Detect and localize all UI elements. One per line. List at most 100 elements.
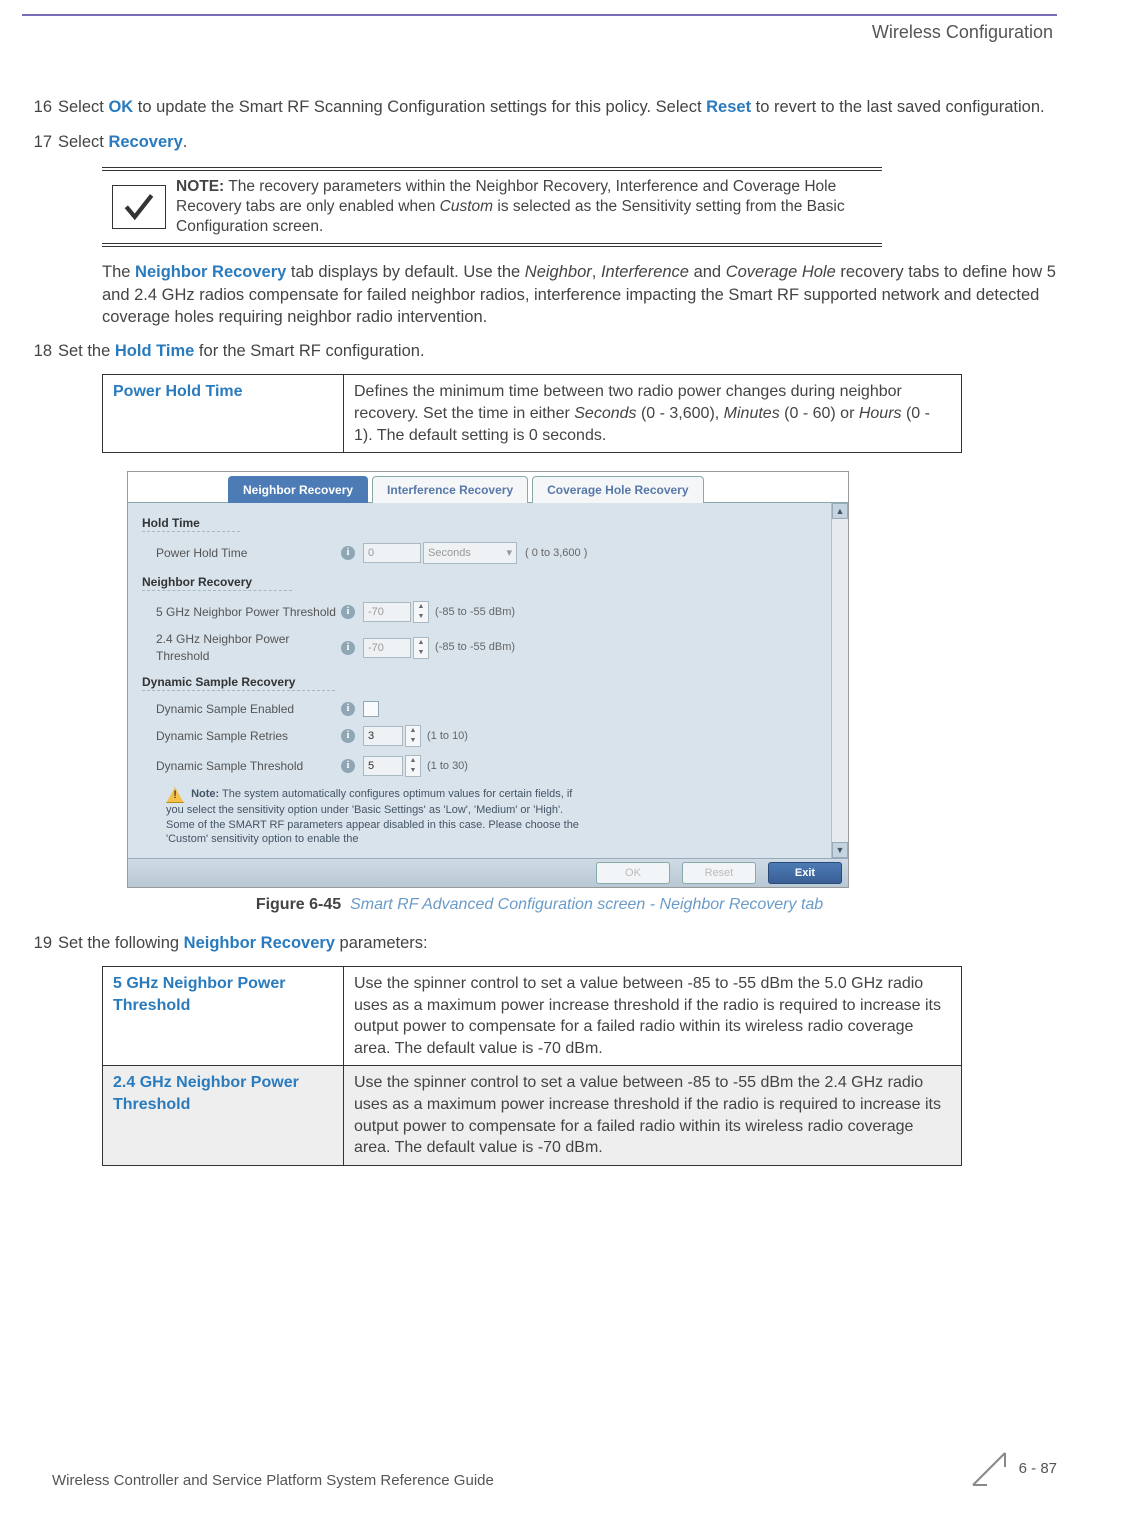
tab-interference-recovery[interactable]: Interference Recovery (372, 476, 528, 503)
page-top-rule (22, 14, 1057, 16)
tab-bar: Neighbor Recovery Interference Recovery … (128, 472, 848, 503)
text-italic: Hours (859, 405, 902, 422)
info-icon[interactable]: i (341, 702, 355, 716)
info-icon[interactable]: i (341, 546, 355, 560)
dynamic-retries-input[interactable]: 3 (363, 726, 403, 746)
inner-note-text: The system automatically configures opti… (166, 788, 579, 845)
info-icon[interactable]: i (341, 641, 355, 655)
page-footer: Wireless Controller and Service Platform… (52, 1447, 1057, 1491)
text-italic: Neighbor (525, 263, 592, 281)
step-number: 18 (22, 340, 58, 362)
field-label: 5 GHz Neighbor Power Threshold (156, 604, 341, 620)
note-text: NOTE: The recovery parameters within the… (176, 177, 882, 237)
text-italic: Custom (440, 198, 493, 215)
scrollbar[interactable]: ▲ ▼ (831, 503, 848, 858)
note-label: NOTE: (176, 178, 224, 195)
range-hint: ( 0 to 3,600 ) (525, 546, 587, 561)
reset-button[interactable]: Reset (682, 862, 756, 884)
step-18: 18 Set the Hold Time for the Smart RF co… (22, 340, 1057, 362)
field-label: 2.4 GHz Neighbor Power Threshold (156, 631, 341, 663)
param-label: 5 GHz Neighbor Power Threshold (103, 966, 344, 1065)
threshold-5ghz-input[interactable]: -70 (363, 602, 411, 622)
text: for the Smart RF configuration. (194, 342, 424, 360)
field-dynamic-threshold: Dynamic Sample Threshold i 5 ▲▼ (1 to 30… (156, 755, 836, 777)
text: to update the Smart RF Scanning Configur… (133, 98, 706, 116)
footer-guide-title: Wireless Controller and Service Platform… (52, 1471, 494, 1491)
warning-icon: ! (166, 787, 184, 803)
tab-neighbor-recovery[interactable]: Neighbor Recovery (228, 476, 368, 503)
group-hold-time: Hold Time (142, 515, 240, 532)
step-body: Set the Hold Time for the Smart RF confi… (58, 340, 1057, 362)
field-dynamic-retries: Dynamic Sample Retries i 3 ▲▼ (1 to 10) (156, 725, 836, 747)
recovery-ref: Recovery (108, 133, 182, 151)
text: (0 - 3,600), (637, 405, 724, 422)
param-desc: Use the spinner control to set a value b… (344, 966, 962, 1065)
step-body: Set the following Neighbor Recovery para… (58, 932, 1057, 954)
text-italic: Seconds (574, 405, 636, 422)
step-16: 16 Select OK to update the Smart RF Scan… (22, 96, 1057, 118)
step-body: Select OK to update the Smart RF Scannin… (58, 96, 1057, 118)
text: , (592, 263, 601, 281)
step-number: 19 (22, 932, 58, 954)
threshold-24ghz-input[interactable]: -70 (363, 638, 411, 658)
inner-note: ! Note: The system automatically configu… (166, 787, 586, 846)
dialog-footer: OK Reset Exit (128, 858, 848, 887)
power-hold-time-input[interactable]: 0 (363, 543, 421, 563)
inner-note-label: Note: (191, 788, 219, 800)
text-italic: Coverage Hole (726, 263, 836, 281)
tab-coverage-hole-recovery[interactable]: Coverage Hole Recovery (532, 476, 703, 503)
text: The (102, 263, 135, 281)
text: to revert to the last saved configuratio… (751, 98, 1045, 116)
ok-ref: OK (108, 98, 133, 116)
field-label: Dynamic Sample Retries (156, 728, 341, 744)
spinner-control[interactable]: ▲▼ (405, 755, 421, 777)
param-desc: Defines the minimum time between two rad… (344, 375, 962, 453)
text: tab displays by default. Use the (286, 263, 524, 281)
param-label: 2.4 GHz Neighbor Power Threshold (103, 1066, 344, 1165)
figure-label: Figure 6-45 (256, 896, 341, 913)
step-body: Select Recovery. (58, 131, 1057, 153)
hold-time-table: Power Hold Time Defines the minimum time… (102, 374, 962, 453)
step-number: 16 (22, 96, 58, 118)
note-callout: NOTE: The recovery parameters within the… (102, 167, 882, 247)
field-24ghz-threshold: 2.4 GHz Neighbor Power Threshold i -70 ▲… (156, 631, 836, 663)
ok-button[interactable]: OK (596, 862, 670, 884)
chapter-title: Wireless Configuration (22, 20, 1057, 44)
reset-ref: Reset (706, 98, 751, 116)
step-19: 19 Set the following Neighbor Recovery p… (22, 932, 1057, 954)
text-italic: Minutes (724, 405, 780, 422)
field-label: Power Hold Time (156, 545, 341, 561)
ui-screenshot: Neighbor Recovery Interference Recovery … (127, 471, 849, 888)
dynamic-threshold-input[interactable]: 5 (363, 756, 403, 776)
range-hint: (-85 to -55 dBm) (435, 605, 515, 620)
scroll-down-icon[interactable]: ▼ (832, 842, 848, 858)
field-label: Dynamic Sample Threshold (156, 758, 341, 774)
range-hint: (-85 to -55 dBm) (435, 640, 515, 655)
param-desc: Use the spinner control to set a value b… (344, 1066, 962, 1165)
group-neighbor-recovery: Neighbor Recovery (142, 574, 292, 591)
neighbor-recovery-table: 5 GHz Neighbor Power Threshold Use the s… (102, 966, 962, 1166)
neighbor-recovery-ref: Neighbor Recovery (135, 263, 286, 281)
page-corner-icon (967, 1447, 1011, 1491)
field-label: Dynamic Sample Enabled (156, 701, 341, 717)
text: Set the (58, 342, 115, 360)
hold-time-ref: Hold Time (115, 342, 194, 360)
info-icon[interactable]: i (341, 605, 355, 619)
page-number: 6 - 87 (1019, 1459, 1057, 1479)
text: Select (58, 133, 108, 151)
time-unit-select[interactable]: Seconds▾ (423, 542, 517, 564)
spinner-control[interactable]: ▲▼ (413, 601, 429, 623)
info-icon[interactable]: i (341, 729, 355, 743)
exit-button[interactable]: Exit (768, 862, 842, 884)
text-italic: Interference (601, 263, 689, 281)
step-number: 17 (22, 131, 58, 153)
dynamic-enabled-checkbox[interactable] (363, 701, 379, 717)
text: Set the following (58, 934, 184, 952)
figure-desc: Smart RF Advanced Configuration screen -… (350, 896, 823, 913)
spinner-control[interactable]: ▲▼ (413, 637, 429, 659)
figure-caption: Figure 6-45 Smart RF Advanced Configurat… (22, 894, 1057, 916)
info-icon[interactable]: i (341, 759, 355, 773)
field-power-hold-time: Power Hold Time i 0 Seconds▾ ( 0 to 3,60… (156, 542, 836, 564)
spinner-control[interactable]: ▲▼ (405, 725, 421, 747)
scroll-up-icon[interactable]: ▲ (832, 503, 848, 519)
